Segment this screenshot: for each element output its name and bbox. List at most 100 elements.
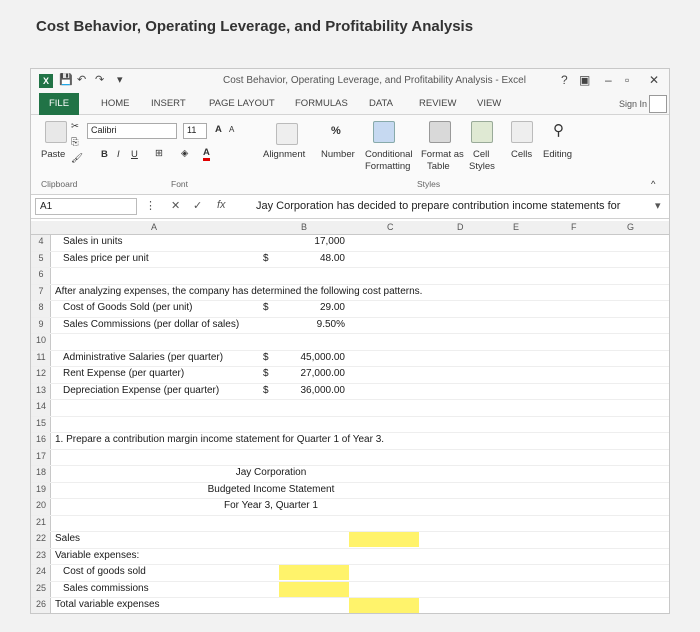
shrink-font-button[interactable]: A	[229, 125, 234, 134]
paste-button[interactable]: Paste	[41, 149, 65, 160]
tab-page-layout[interactable]: PAGE LAYOUT	[209, 98, 275, 109]
tab-view[interactable]: VIEW	[477, 98, 501, 109]
font-color-button[interactable]: A	[203, 148, 210, 161]
help-button[interactable]: ?	[561, 73, 568, 87]
row-number[interactable]: 12	[31, 368, 51, 378]
tab-home[interactable]: HOME	[101, 98, 130, 109]
input-cell[interactable]	[279, 581, 349, 597]
font-size-select[interactable]: 11	[183, 123, 207, 139]
user-avatar-icon[interactable]	[649, 95, 667, 113]
row-number[interactable]: 9	[31, 319, 51, 329]
table-row[interactable]: 15	[31, 417, 669, 433]
table-row[interactable]: 24 Cost of goods sold	[31, 565, 669, 582]
cell-styles-icon[interactable]	[471, 121, 493, 143]
row-number[interactable]: 17	[31, 451, 51, 461]
formula-input[interactable]: Jay Corporation has decided to prepare c…	[256, 200, 620, 212]
table-row[interactable]: 9 Sales Commissions (per dollar of sales)…	[31, 318, 669, 334]
column-header-b[interactable]: B	[301, 222, 307, 232]
row-number[interactable]: 26	[31, 599, 51, 609]
sign-in-link[interactable]: Sign In	[619, 99, 647, 109]
customize-qat-icon[interactable]: ▾	[117, 73, 123, 86]
font-name-select[interactable]: Calibri	[87, 123, 177, 139]
table-row[interactable]: 14	[31, 400, 669, 417]
row-number[interactable]: 4	[31, 236, 51, 246]
table-row[interactable]: 20 For Year 3, Quarter 1	[31, 499, 669, 516]
restore-button[interactable]: ▫	[625, 73, 629, 87]
row-number[interactable]: 11	[31, 352, 51, 362]
format-painter-icon[interactable]: 🖌	[71, 153, 83, 164]
row-number[interactable]: 22	[31, 533, 51, 543]
table-row[interactable]: 25 Sales commissions	[31, 581, 669, 598]
table-row[interactable]: 7 After analyzing expenses, the company h…	[31, 285, 669, 301]
input-cell[interactable]	[279, 565, 349, 580]
column-header-a[interactable]: A	[151, 222, 157, 232]
row-number[interactable]: 25	[31, 583, 51, 593]
bold-button[interactable]: B	[101, 149, 108, 160]
input-cell[interactable]	[349, 598, 419, 613]
row-number[interactable]: 21	[31, 517, 51, 527]
table-row[interactable]: 10	[31, 334, 669, 351]
fill-color-icon[interactable]: ◈	[181, 148, 188, 159]
cancel-icon[interactable]: ✕	[171, 199, 180, 212]
enter-icon[interactable]: ✓	[193, 199, 202, 212]
table-row[interactable]: 4 Sales in units 17,000	[31, 235, 669, 252]
table-row[interactable]: 17	[31, 450, 669, 466]
column-header-d[interactable]: D	[457, 222, 464, 232]
column-header-e[interactable]: E	[513, 222, 519, 232]
tab-review[interactable]: REVIEW	[419, 98, 456, 109]
table-row[interactable]: 12 Rent Expense (per quarter) $27,000.00	[31, 367, 669, 384]
grow-font-button[interactable]: A	[215, 124, 222, 135]
tab-file[interactable]: FILE	[39, 93, 79, 115]
row-number[interactable]: 15	[31, 418, 51, 428]
row-number[interactable]: 6	[31, 269, 51, 279]
cut-icon[interactable]: ✂	[71, 121, 79, 132]
conditional-formatting-icon[interactable]	[373, 121, 395, 143]
row-number[interactable]: 8	[31, 302, 51, 312]
column-header-c[interactable]: C	[387, 222, 394, 232]
underline-button[interactable]: U	[131, 149, 138, 160]
row-number[interactable]: 7	[31, 286, 51, 296]
italic-button[interactable]: I	[117, 149, 120, 160]
table-row[interactable]: 8 Cost of Goods Sold (per unit) $29.00	[31, 301, 669, 318]
format-as-table-button[interactable]: Format as	[421, 149, 464, 160]
name-box[interactable]: A1	[35, 198, 137, 215]
paste-icon[interactable]	[45, 121, 67, 143]
row-number[interactable]: 10	[31, 335, 51, 345]
column-header-g[interactable]: G	[627, 222, 634, 232]
row-number[interactable]: 23	[31, 550, 51, 560]
redo-icon[interactable]: ↷	[95, 73, 104, 86]
cells-button[interactable]: Cells	[511, 149, 532, 160]
conditional-formatting-button[interactable]: Conditional	[365, 149, 413, 160]
row-number[interactable]: 16	[31, 434, 51, 444]
table-row[interactable]: 16 1. Prepare a contribution margin incom…	[31, 433, 669, 450]
table-row[interactable]: 13 Depreciation Expense (per quarter) $36,…	[31, 384, 669, 400]
tab-insert[interactable]: INSERT	[151, 98, 186, 109]
row-number[interactable]: 5	[31, 253, 51, 263]
input-cell[interactable]	[349, 532, 419, 547]
expand-formula-bar-icon[interactable]: ▾	[655, 199, 661, 212]
binoculars-icon[interactable]: ⚲	[553, 121, 564, 139]
collapse-ribbon-icon[interactable]: ^	[651, 179, 655, 190]
insert-function-icon[interactable]: fx	[217, 199, 226, 211]
format-as-table-icon[interactable]	[429, 121, 451, 143]
tab-data[interactable]: DATA	[369, 98, 393, 109]
table-row[interactable]: 21	[31, 516, 669, 532]
table-row[interactable]: 5 Sales price per unit $48.00	[31, 252, 669, 268]
borders-icon[interactable]: ⊞	[155, 148, 163, 159]
table-row[interactable]: 26 Total variable expenses	[31, 598, 669, 613]
number-format-button[interactable]: Number	[321, 149, 355, 160]
save-icon[interactable]: 💾	[59, 73, 73, 86]
minimize-button[interactable]: –	[605, 73, 612, 87]
undo-icon[interactable]: ↶	[77, 73, 86, 86]
percent-style-icon[interactable]: %	[331, 125, 341, 137]
cells-icon[interactable]	[511, 121, 533, 143]
table-row[interactable]: 23 Variable expenses:	[31, 549, 669, 565]
table-row[interactable]: 6	[31, 268, 669, 285]
row-number[interactable]: 13	[31, 385, 51, 395]
copy-icon[interactable]: ⎘	[71, 137, 79, 148]
row-number[interactable]: 14	[31, 401, 51, 411]
table-row[interactable]: 19 Budgeted Income Statement	[31, 483, 669, 499]
alignment-icon[interactable]	[276, 123, 298, 145]
tab-formulas[interactable]: FORMULAS	[295, 98, 348, 109]
cell-styles-button[interactable]: Cell	[473, 149, 489, 160]
